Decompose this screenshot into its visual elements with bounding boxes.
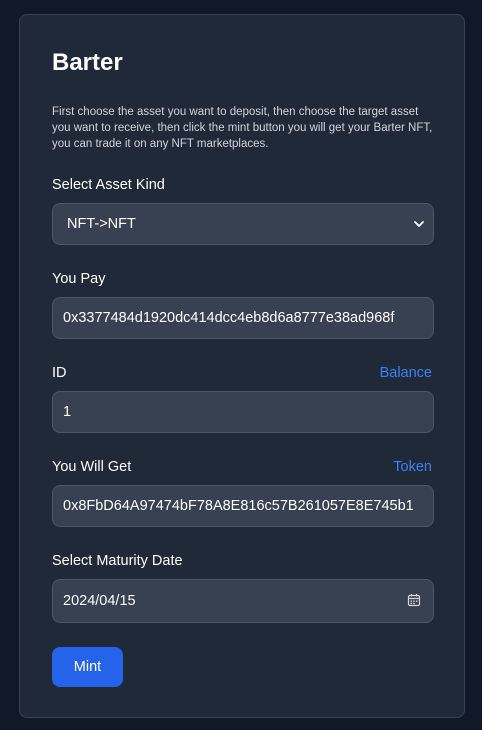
you-will-get-input[interactable]: 0x8FbD64A97474bF78A8E816c57B261057E8E745…: [52, 485, 434, 527]
asset-kind-value: NFT->NFT: [67, 216, 136, 232]
maturity-date-input[interactable]: 2024/04/15: [52, 579, 434, 623]
id-label: ID: [52, 365, 67, 381]
id-value: 1: [63, 404, 72, 420]
you-pay-input[interactable]: 0x3377484d1920dc414dcc4eb8d6a8777e38ad96…: [52, 297, 434, 339]
calendar-icon[interactable]: [407, 593, 421, 607]
maturity-date-label: Select Maturity Date: [52, 553, 183, 569]
you-will-get-value: 0x8FbD64A97474bF78A8E816c57B261057E8E745…: [63, 498, 414, 514]
asset-kind-select[interactable]: NFT->NFT: [52, 203, 434, 245]
barter-card: Barter First choose the asset you want t…: [19, 14, 465, 718]
token-link[interactable]: Token: [393, 457, 432, 477]
asset-kind-label: Select Asset Kind: [52, 177, 165, 193]
chevron-down-icon: [414, 221, 424, 227]
mint-button[interactable]: Mint: [52, 647, 123, 687]
description: First choose the asset you want to depos…: [52, 106, 433, 150]
page-title: Barter: [52, 49, 123, 76]
you-pay-value: 0x3377484d1920dc414dcc4eb8d6a8777e38ad96…: [63, 310, 395, 326]
id-input[interactable]: 1: [52, 391, 434, 433]
maturity-date-value: 2024/04/15: [63, 593, 136, 609]
you-pay-label: You Pay: [52, 271, 106, 287]
balance-link[interactable]: Balance: [380, 363, 432, 383]
you-will-get-label: You Will Get: [52, 459, 132, 475]
